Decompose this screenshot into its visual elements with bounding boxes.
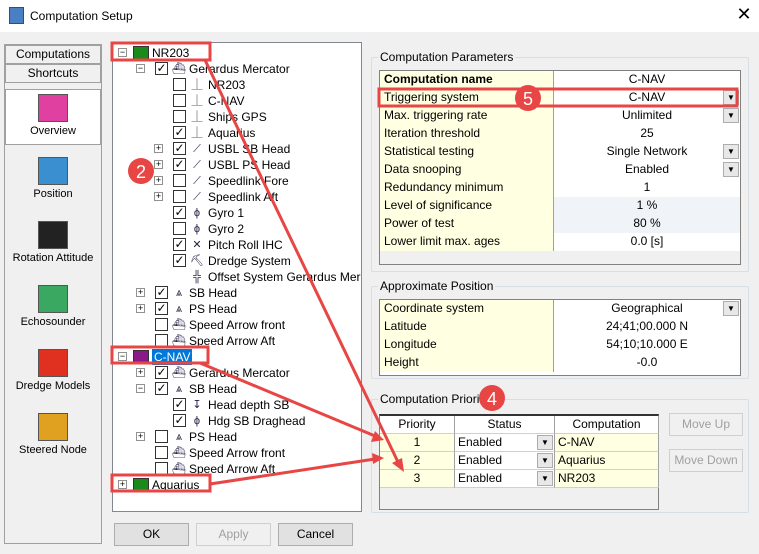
badge-2: 2 (136, 162, 146, 182)
annotation-box-aquarius (110, 473, 212, 493)
annotation-arrow (199, 361, 376, 438)
annotation-box-nr203 (110, 41, 212, 62)
annotation-box-cnav (110, 345, 210, 365)
badge-4: 4 (487, 389, 497, 409)
annotation-arrow (203, 59, 400, 463)
badge-5: 5 (523, 89, 533, 109)
annotation-arrow (209, 457, 376, 486)
annotation-box-triggering (377, 87, 739, 108)
annotation-overlay: 2 4 5 (110, 41, 739, 493)
